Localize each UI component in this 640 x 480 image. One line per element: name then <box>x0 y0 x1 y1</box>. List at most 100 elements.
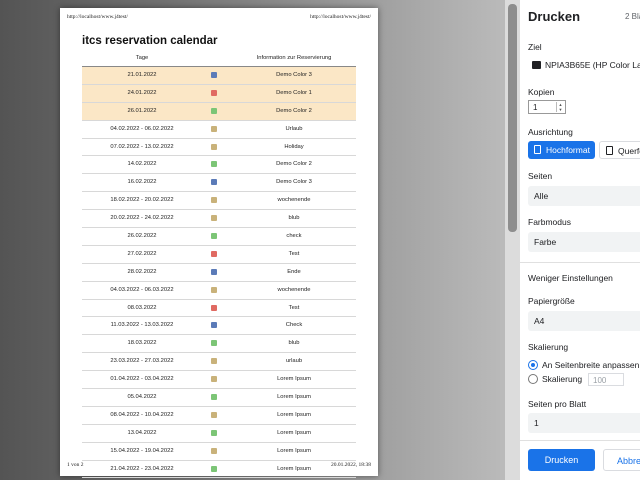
table-row: 21.01.2022 Demo Color 3 <box>82 67 356 85</box>
reservation-date: 28.02.2022 <box>127 268 157 275</box>
preview-scrollbar[interactable] <box>505 0 520 480</box>
reservation-info: Ende <box>287 268 301 275</box>
reservation-date: 04.02.2022 - 06.02.2022 <box>110 125 174 132</box>
table-row: 24.01.2022 Demo Color 1 <box>82 84 356 103</box>
scale-input[interactable]: 100 <box>588 373 624 386</box>
reservation-info: Urlaub <box>285 125 303 132</box>
fit-width-radio[interactable] <box>528 360 538 370</box>
reservation-date: 14.02.2022 <box>127 161 157 168</box>
reservation-date: 16.02.2022 <box>127 179 157 186</box>
reservation-date: 23.03.2022 - 27.03.2022 <box>110 358 174 365</box>
stepper-arrows-icon[interactable]: ▲ ▼ <box>556 102 564 112</box>
paper-size-select[interactable]: A4 <box>528 311 640 331</box>
copies-value: 1 <box>533 103 538 112</box>
reservation-info: wochenende <box>277 286 311 293</box>
portrait-page-icon <box>534 145 541 154</box>
color-swatch <box>211 89 217 96</box>
print-button[interactable]: Drucken <box>528 449 595 471</box>
color-mode-select[interactable]: Farbe <box>528 232 640 252</box>
table-row: 07.02.2022 - 13.02.2022 Holiday <box>82 139 356 157</box>
custom-scale-label: Skalierung <box>542 374 583 384</box>
divider <box>520 262 640 263</box>
reservation-info: Demo Color 3 <box>276 179 312 186</box>
column-header-info: Information zur Reservierung <box>256 55 332 61</box>
sheet-count: 2 Blätter Papier <box>625 12 640 21</box>
landscape-button[interactable]: Querformat <box>599 141 640 159</box>
color-swatch <box>211 233 217 240</box>
table-row: 04.03.2022 - 06.03.2022 wochenende <box>82 282 356 300</box>
landscape-label: Querformat <box>618 146 640 156</box>
reservation-date: 18.02.2022 - 20.02.2022 <box>110 197 174 204</box>
reservation-date: 05.04.2022 <box>127 394 157 401</box>
table-row: 23.03.2022 - 27.03.2022 urlaub <box>82 353 356 372</box>
fewer-settings-toggle[interactable]: Weniger Einstellungen <box>528 273 613 283</box>
reservation-info: Demo Color 3 <box>276 72 312 78</box>
color-swatch <box>211 197 217 204</box>
color-swatch <box>211 107 217 114</box>
color-swatch <box>211 376 217 383</box>
table-row: 26.01.2022 Demo Color 2 <box>82 102 356 121</box>
color-swatch <box>211 161 217 168</box>
reservation-info: Demo Color 2 <box>276 107 312 114</box>
color-swatch <box>211 215 217 222</box>
page-footer: 1 von 2 20.01.2022, 18:38 <box>67 462 371 470</box>
cancel-button[interactable]: Abbrechen <box>603 449 640 471</box>
color-swatch <box>211 429 217 436</box>
fit-width-label: An Seitenbreite anpassen <box>542 360 640 370</box>
destination-label: Ziel <box>528 42 542 52</box>
table-row: 16.02.2022 Demo Color 3 <box>82 174 356 193</box>
table-row: 05.04.2022 Lorem Ipsum <box>82 389 356 407</box>
page-count: 1 von 2 <box>67 462 84 468</box>
pages-select[interactable]: Alle <box>528 186 640 206</box>
destination-select[interactable]: NPIA3B65E (HP Color LaserJet) <box>528 55 640 75</box>
copies-stepper[interactable]: 1 ▲ ▼ <box>528 100 566 114</box>
reservation-info: wochenende <box>277 197 311 204</box>
page-header: http://localhost/www.j4test/ http://loca… <box>67 14 371 22</box>
reservation-date: 07.02.2022 - 13.02.2022 <box>110 143 174 150</box>
table-row: 04.02.2022 - 06.02.2022 Urlaub <box>82 121 356 139</box>
reservation-info: Check <box>285 322 303 329</box>
reservation-date: 20.02.2022 - 24.02.2022 <box>110 215 174 222</box>
portrait-button[interactable]: Hochformat <box>528 141 595 159</box>
color-swatch <box>211 72 217 78</box>
copies-label: Kopien <box>528 87 555 97</box>
reservation-info: Lorem Ipsum <box>277 447 311 454</box>
table-body: 21.01.2022 Demo Color 3 24.01.2022 Demo Col… <box>82 67 356 479</box>
reservation-info: Lorem Ipsum <box>277 394 311 401</box>
table-row: 11.03.2022 - 13.03.2022 Check <box>82 317 356 336</box>
color-swatch <box>211 304 217 311</box>
scrollbar-thumb[interactable] <box>508 4 517 232</box>
table-row: 20.02.2022 - 24.02.2022 blub <box>82 210 356 229</box>
reservation-date: 26.02.2022 <box>127 233 157 240</box>
reservation-info: check <box>286 233 302 240</box>
scaling-label: Skalierung <box>528 342 569 352</box>
custom-scale-radio[interactable] <box>528 374 538 384</box>
reservation-info: Lorem Ipsum <box>277 429 311 436</box>
reservation-date: 08.03.2022 <box>127 304 157 311</box>
table-row: 01.04.2022 - 03.04.2022 Lorem Ipsum <box>82 371 356 390</box>
destination-value: NPIA3B65E (HP Color LaserJet) <box>545 60 640 70</box>
reservation-date: 18.03.2022 <box>127 340 157 347</box>
page-title: itcs reservation calendar <box>82 35 218 47</box>
table-row: 18.02.2022 - 20.02.2022 wochenende <box>82 192 356 211</box>
table-row: 28.02.2022 Ende <box>82 264 356 282</box>
color-swatch <box>211 125 217 132</box>
print-dialog: Drucken 2 Blätter Papier Ziel NPIA3B65E … <box>520 0 640 480</box>
reservation-info: Test <box>288 250 300 257</box>
page-header-right-url: http://localhost/www.j4test/ <box>310 14 371 20</box>
table-row: 13.04.2022 Lorem Ipsum <box>82 425 356 443</box>
reservation-date: 21.01.2022 <box>127 72 157 78</box>
table-row: 27.02.2022 Test <box>82 246 356 264</box>
preview-page: http://localhost/www.j4test/ http://loca… <box>60 8 378 479</box>
color-mode-label: Farbmodus <box>528 217 571 227</box>
table-header: Tage Information zur Reservierung <box>82 52 356 67</box>
reservation-date: 27.02.2022 <box>127 250 157 257</box>
color-swatch <box>211 143 217 150</box>
pages-per-sheet-select[interactable]: 1 <box>528 413 640 433</box>
paper-size-label: Papiergröße <box>528 296 575 306</box>
reservation-date: 24.01.2022 <box>127 89 157 96</box>
reservation-date: 01.04.2022 - 03.04.2022 <box>110 376 174 383</box>
reservation-date: 13.04.2022 <box>127 429 157 436</box>
reservation-info: Test <box>288 304 300 311</box>
reservation-info: Demo Color 1 <box>276 89 312 96</box>
